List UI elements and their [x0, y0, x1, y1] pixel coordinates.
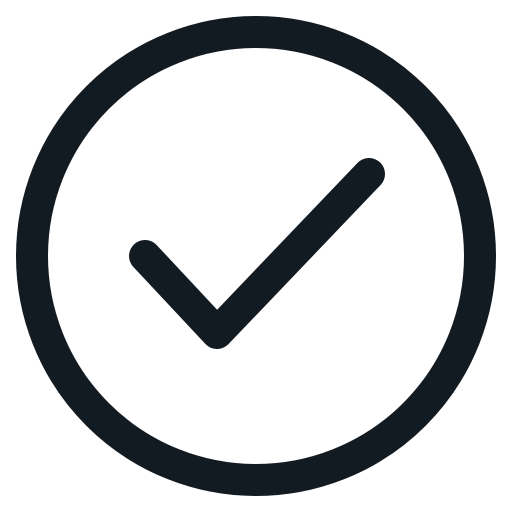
circle-outline — [16, 16, 496, 496]
icon-canvas — [0, 0, 512, 512]
checkmark — [129, 158, 385, 349]
check-circle-icon — [16, 16, 496, 496]
